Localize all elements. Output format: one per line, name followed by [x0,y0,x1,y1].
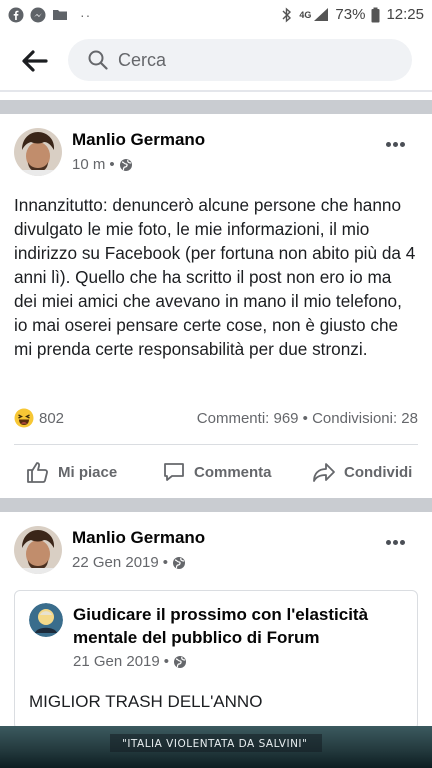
header-divider [0,90,432,92]
reaction-summary[interactable]: 802 [14,408,64,428]
post-timestamp[interactable]: 22 Gen 2019 [72,554,159,571]
search-header [0,32,432,90]
post-author[interactable]: Manlio Germano [72,528,205,548]
meta-separator: • [162,554,169,571]
folder-notification-icon [53,10,67,20]
haha-emoji-icon [14,408,34,428]
shared-post[interactable]: Giudicare il prossimo con l'elasticità m… [14,590,418,730]
more-notifications-indicator: ·· [80,7,92,23]
video-caption: "ITALIA VIOLENTATA DA SALVINI" [122,738,308,750]
video-preview[interactable]: "ITALIA VIOLENTATA DA SALVINI" [0,726,432,768]
meta-separator: • [109,156,115,173]
engagement-counts[interactable]: Commenti: 969 • Condivisioni: 28 [197,410,418,427]
group-avatar-image [29,603,63,637]
comment-label: Commenta [194,463,272,481]
feed-separator [0,498,432,512]
comment-button[interactable]: Commenta [162,460,272,484]
post-card: Manlio Germano 10 m • Innanzitutto: denu… [0,114,432,498]
shared-post-text: MIGLIOR TRASH DELL'ANNO [29,692,263,711]
group-avatar[interactable] [29,603,63,637]
messenger-notification-icon [30,7,46,23]
share-label: Condividi [344,463,413,481]
profile-photo [14,526,62,574]
search-input[interactable] [118,49,378,71]
status-bar-notifications: ·· [8,7,91,23]
share-arrow-icon [313,463,335,482]
comment-icon [164,463,184,481]
signal-icon [314,8,329,21]
post-meta: 22 Gen 2019 • [72,554,186,571]
status-bar: ·· 4G 73% 12:25 [0,0,432,32]
thumbs-up-icon [27,462,48,483]
reaction-count: 802 [39,409,65,427]
post-options-icon[interactable] [386,532,410,545]
network-type-label: 4G [299,9,312,20]
meta-separator: • [163,653,170,670]
like-label: Mi piace [58,463,118,481]
battery-percent: 73% [335,6,366,23]
facebook-notification-icon [8,7,24,23]
shared-post-timestamp[interactable]: 21 Gen 2019 [73,653,160,670]
search-bar[interactable] [68,39,412,81]
avatar[interactable] [14,526,62,574]
shared-post-meta: 21 Gen 2019 • [73,653,187,670]
share-button[interactable]: Condividi [312,460,412,484]
search-icon [88,50,108,70]
like-button[interactable]: Mi piace [26,460,117,484]
post-timestamp[interactable]: 10 m [72,156,105,173]
globe-icon [173,556,186,569]
battery-icon [371,7,380,22]
post-text: Innanzitutto: denuncerò alcune persone c… [14,195,416,359]
post-separator-line [14,444,418,445]
post-card: Manlio Germano 22 Gen 2019 • Giudicare i… [0,512,432,768]
post-author[interactable]: Manlio Germano [72,130,205,150]
post-options-icon[interactable] [386,134,410,147]
globe-icon [119,158,132,171]
post-meta: 10 m • [72,156,133,173]
bluetooth-icon [282,6,292,23]
shared-post-title[interactable]: Giudicare il prossimo con l'elasticità m… [73,603,403,649]
profile-photo [14,128,62,176]
status-bar-system: 4G 73% 12:25 [281,6,424,23]
feed-separator [0,100,432,114]
avatar[interactable] [14,128,62,176]
back-arrow-icon[interactable] [20,48,48,74]
globe-icon [174,655,187,668]
clock: 12:25 [386,6,424,23]
